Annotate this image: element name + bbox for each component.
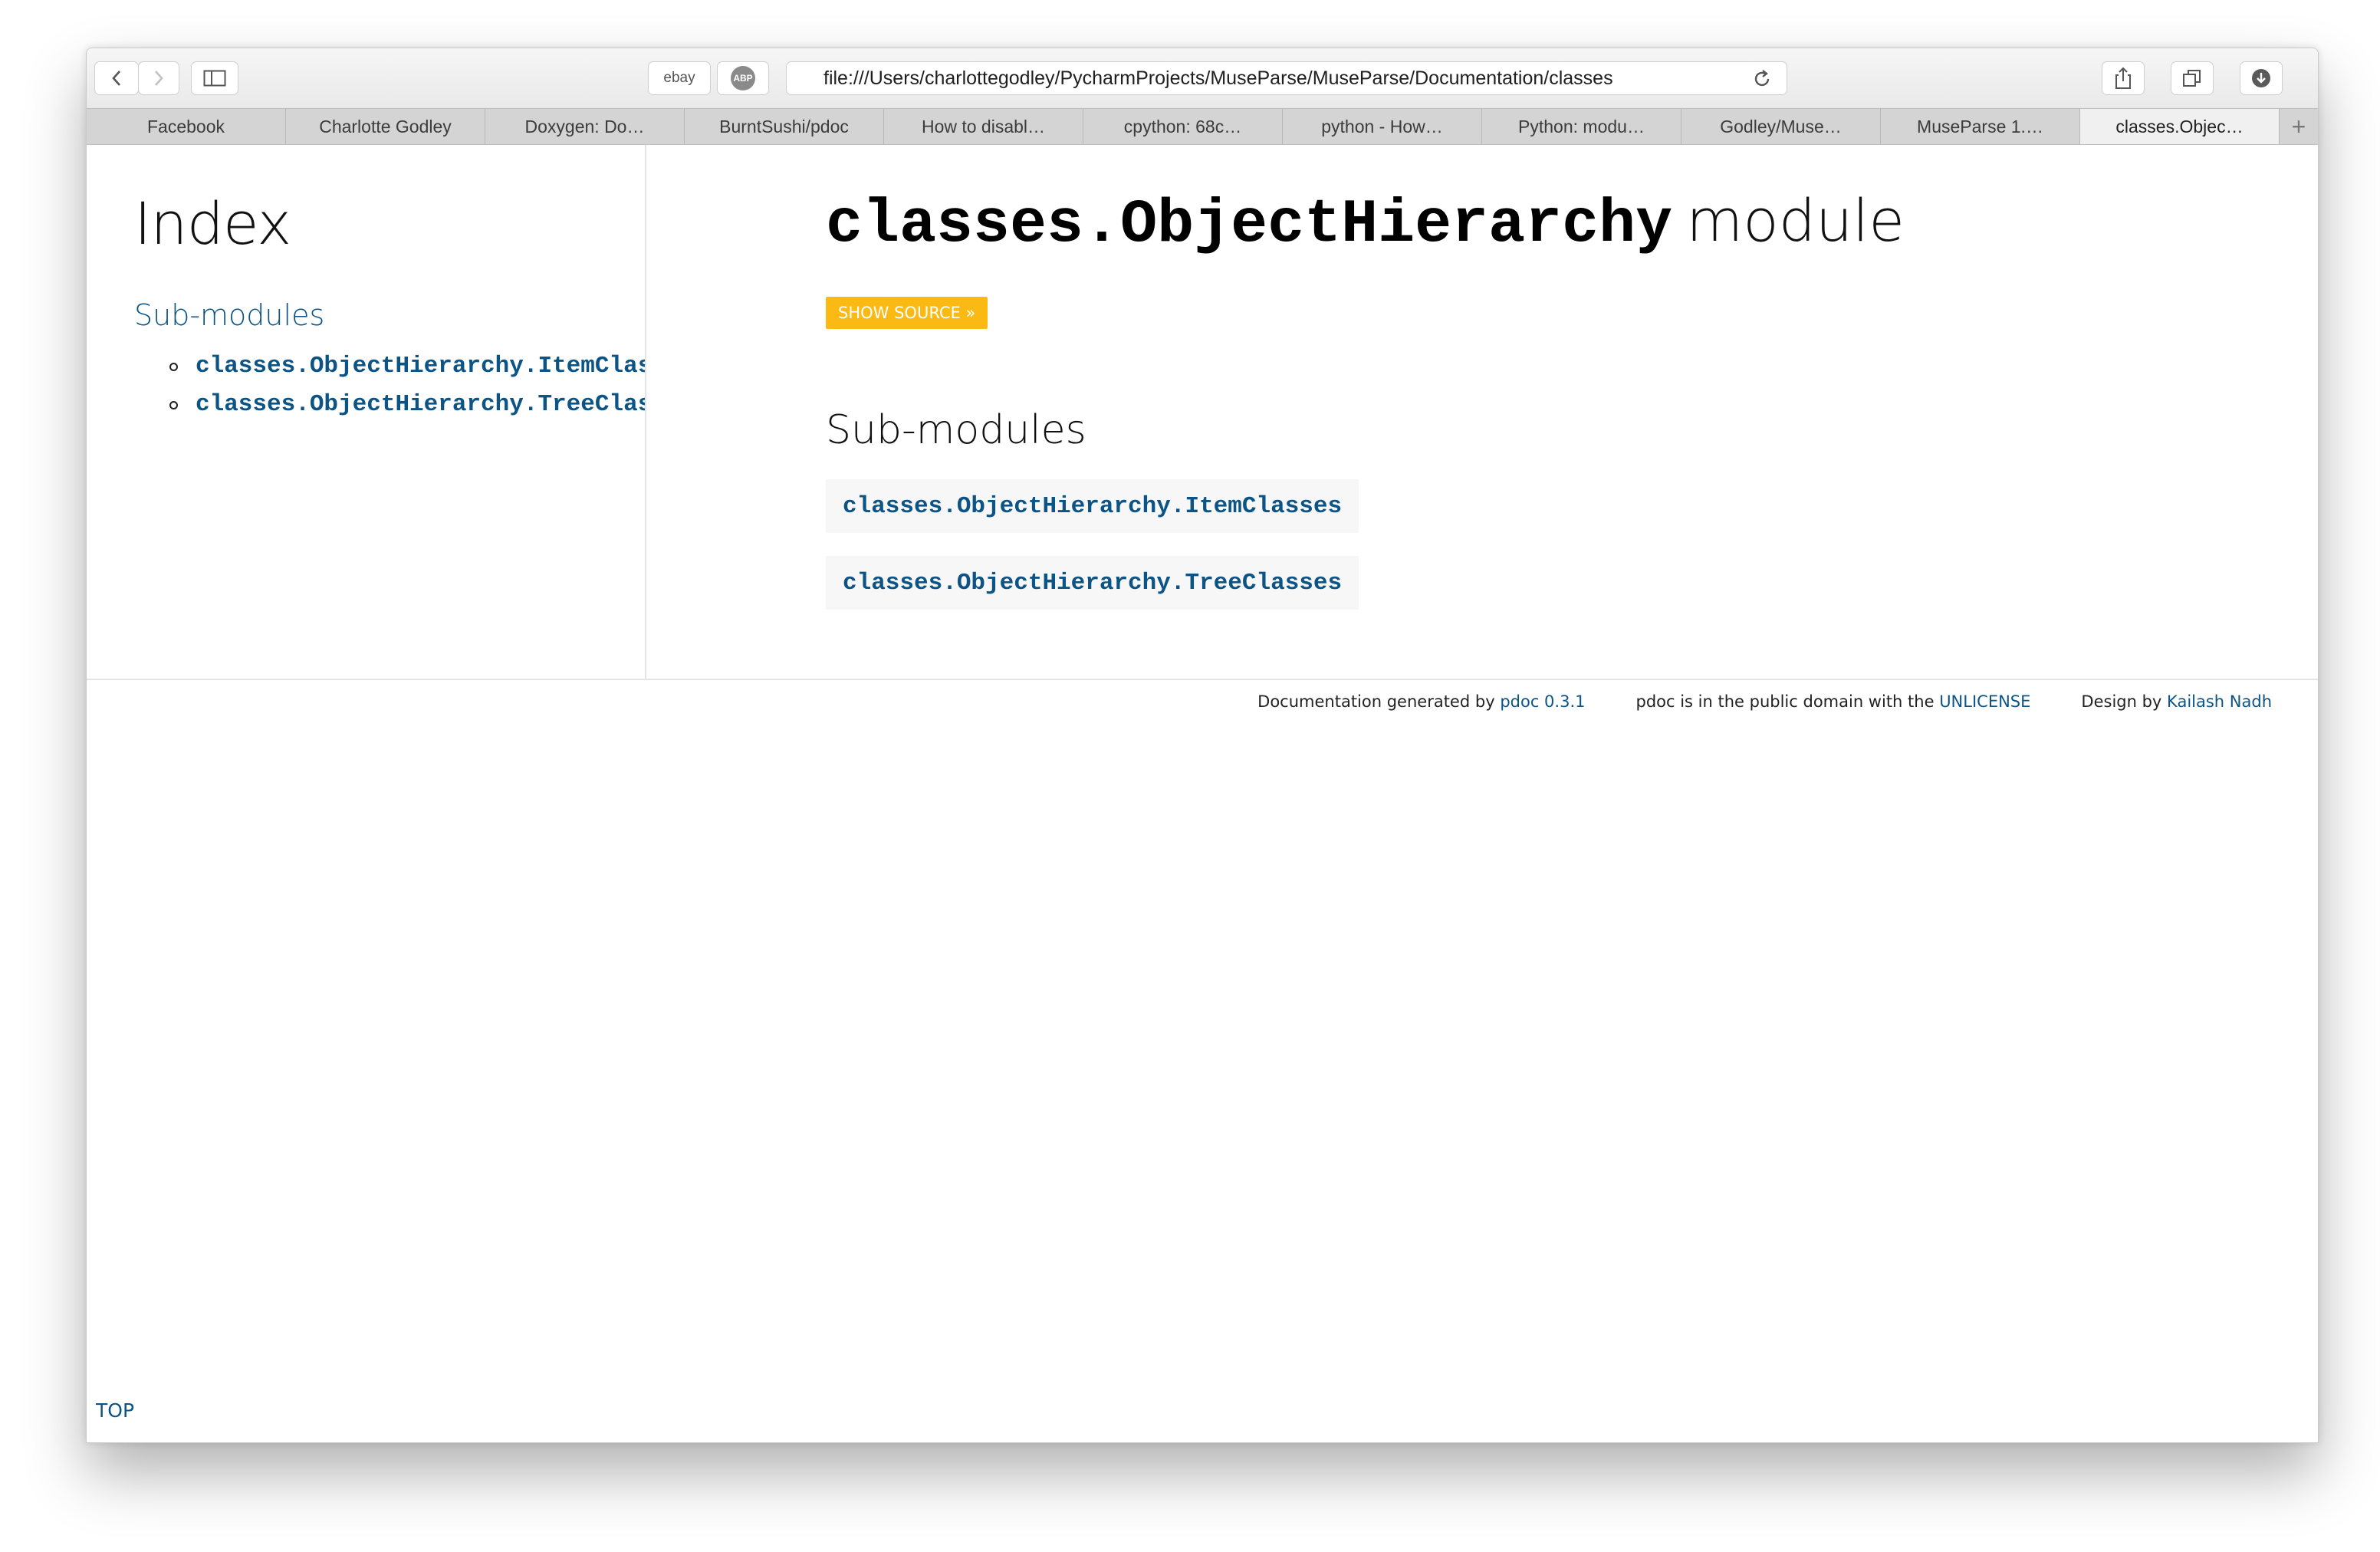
submodule-link-itemclasses[interactable]: classes.ObjectHierarchy.ItemClasses [826,479,1359,533]
browser-toolbar: ebay ABP file:///Users/charlottegodley/P… [87,48,2318,108]
sidebar-submodule-list: classes.ObjectHierarchy.ItemClasses clas… [87,347,645,424]
ebay-label: ebay [663,70,695,86]
footer-license-text: pdoc is in the public domain with the [1635,692,1935,711]
page-title: classes.ObjectHierarchy module [826,186,1905,260]
index-title: Index [134,189,291,258]
designer-link[interactable]: Kailash Nadh [2167,692,2272,711]
tabs-overview-button[interactable] [2171,61,2214,95]
unlicense-link[interactable]: UNLICENSE [1939,692,2030,711]
tab-godley-museparse[interactable]: Godley/Muse… [1681,109,1881,144]
browser-window: ebay ABP file:///Users/charlottegodley/P… [86,48,2319,1443]
sidebar-item-label[interactable]: classes.ObjectHierarchy.ItemClasses [196,353,645,380]
footer-design-text: Design by [2081,692,2162,711]
share-button[interactable] [2102,61,2145,95]
tab-bar: Facebook Charlotte Godley Doxygen: Do… B… [87,108,2318,145]
footer-divider [87,679,2318,680]
chevron-right-icon [155,71,163,86]
plus-icon: + [2291,112,2306,140]
bullet-icon [169,363,178,371]
top-link[interactable]: TOP [96,1399,134,1422]
tab-doxygen[interactable]: Doxygen: Do… [485,109,685,144]
back-button[interactable] [94,61,139,95]
sidebar-item-treeclasses[interactable]: classes.ObjectHierarchy.TreeClasses [87,386,645,424]
bullet-icon [169,401,178,409]
tab-cpython[interactable]: cpython: 68c… [1083,109,1283,144]
reload-button[interactable] [1751,68,1773,93]
page-content: Index Sub-modules classes.ObjectHierarch… [87,145,2318,1442]
download-icon [2252,69,2270,87]
tab-charlotte-godley[interactable]: Charlotte Godley [286,109,485,144]
sidebar-icon [203,70,226,87]
tab-how-to-disable[interactable]: How to disabl… [884,109,1083,144]
sidebar-item-label[interactable]: classes.ObjectHierarchy.TreeClasses [196,391,645,418]
pdoc-link[interactable]: pdoc 0.3.1 [1500,692,1585,711]
footer-generated: Documentation generated by pdoc 0.3.1 [1257,692,1585,711]
new-tab-button[interactable]: + [2280,109,2318,144]
show-source-button[interactable]: SHOW SOURCE » [826,297,988,329]
adblock-extension-button[interactable]: ABP [717,61,769,95]
page-footer: Documentation generated by pdoc 0.3.1 pd… [1257,692,2272,711]
reload-icon [1754,70,1770,87]
address-bar[interactable]: file:///Users/charlottegodley/PycharmPro… [786,61,1787,95]
sidebar-toggle-button[interactable] [191,61,238,95]
chevron-left-icon [112,71,120,86]
sidebar-submodules-heading: Sub-modules [134,298,325,332]
tab-python-modules[interactable]: Python: modu… [1482,109,1681,144]
downloads-button[interactable] [2240,61,2283,95]
url-text[interactable]: file:///Users/charlottegodley/PycharmPro… [823,67,1675,90]
footer-design: Design by Kailash Nadh [2081,692,2272,711]
main-content: classes.ObjectHierarchy module SHOW SOUR… [645,145,2316,679]
tab-facebook[interactable]: Facebook [87,109,286,144]
tab-classes-objecthierarchy[interactable]: classes.Objec… [2080,109,2280,144]
submodules-heading: Sub-modules [826,407,1086,453]
module-word: module [1686,186,1905,255]
share-icon [2115,67,2131,89]
module-name: classes.ObjectHierarchy [826,190,1673,260]
index-sidebar: Index Sub-modules classes.ObjectHierarch… [87,145,646,679]
ebay-extension-button[interactable]: ebay [648,61,711,95]
tab-museparse-docs[interactable]: MuseParse 1.… [1881,109,2080,144]
tab-burntsushi-pdoc[interactable]: BurntSushi/pdoc [685,109,884,144]
forward-button[interactable] [138,61,179,95]
adblock-icon: ABP [731,66,755,90]
tabs-icon [2183,70,2201,87]
footer-generated-text: Documentation generated by [1257,692,1495,711]
submodule-link-treeclasses[interactable]: classes.ObjectHierarchy.TreeClasses [826,556,1359,610]
sidebar-item-itemclasses[interactable]: classes.ObjectHierarchy.ItemClasses [87,347,645,386]
tab-python-how[interactable]: python - How… [1283,109,1482,144]
footer-license: pdoc is in the public domain with the UN… [1635,692,2030,711]
